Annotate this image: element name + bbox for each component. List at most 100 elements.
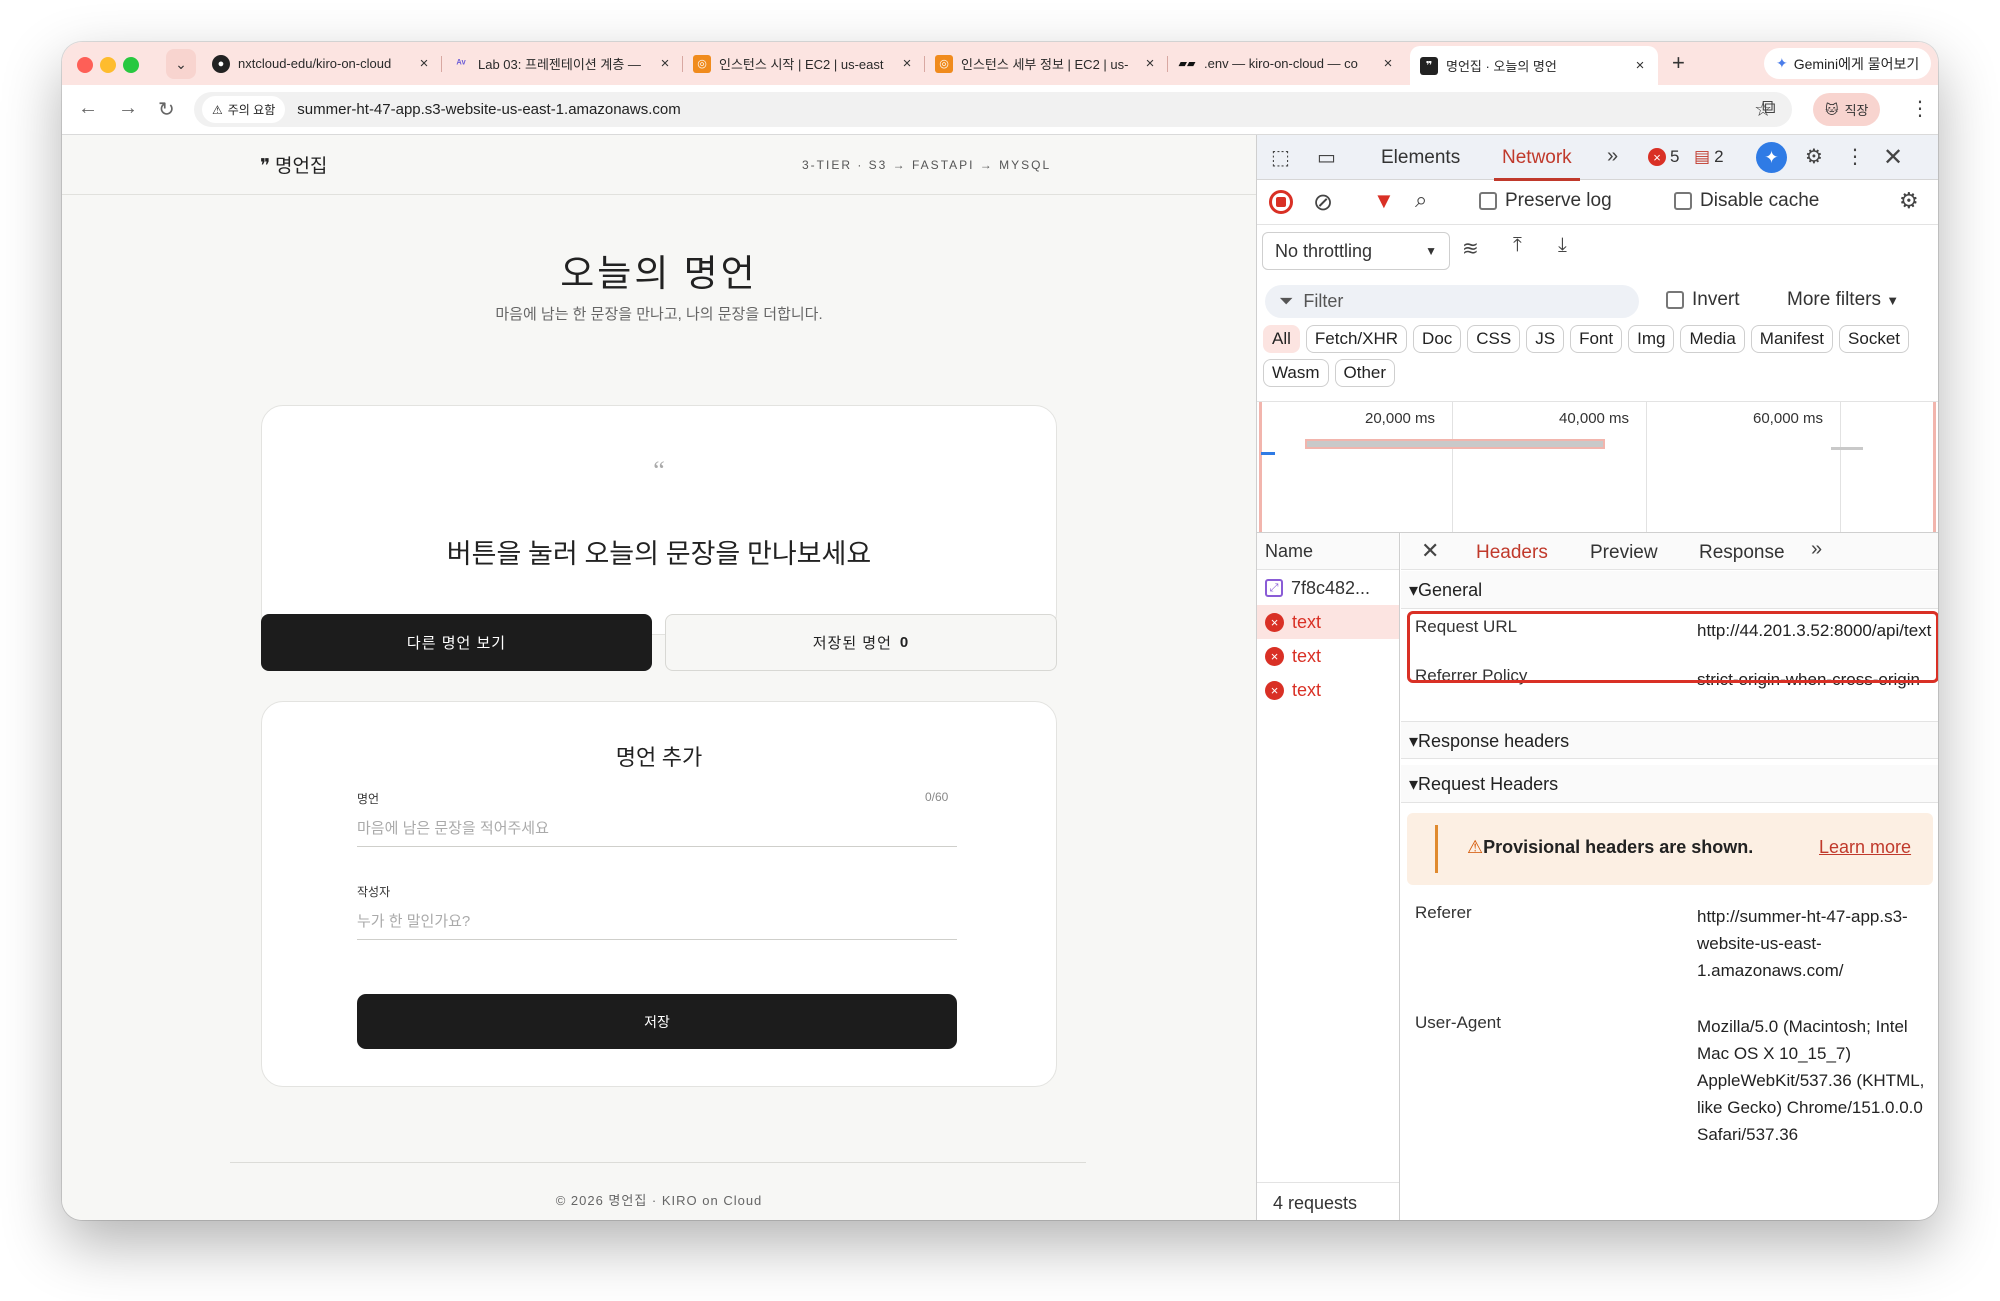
tab-active-quotes[interactable]: ❞ 명언집 · 오늘의 명언 ×	[1410, 46, 1658, 85]
url-text[interactable]: summer-ht-47-app.s3-website-us-east-1.am…	[297, 101, 680, 118]
tab-title: 인스턴스 시작 | EC2 | us-east	[719, 57, 884, 72]
inspect-element-icon[interactable]: ⬚	[1271, 145, 1290, 170]
extensions-icon[interactable]: ⧉	[1762, 97, 1776, 119]
tab-ec2-detail[interactable]: ◎ 인스턴스 세부 정보 | EC2 | us- ×	[925, 42, 1168, 85]
security-chip[interactable]: ⚠ 주의 요함	[202, 96, 286, 123]
search-icon[interactable]: ⌕	[1415, 187, 1427, 213]
filter-pill-media[interactable]: Media	[1680, 325, 1745, 353]
more-tabs-icon[interactable]: »	[1607, 145, 1618, 168]
address-bar[interactable]: ⚠ 주의 요함 summer-ht-47-app.s3-website-us-e…	[194, 92, 1792, 127]
header-value[interactable]: Mozilla/5.0 (Macintosh; Intel Mac OS X 1…	[1697, 1013, 1937, 1148]
filter-pill-font[interactable]: Font	[1570, 325, 1623, 353]
close-tab-icon[interactable]: ×	[1380, 55, 1396, 72]
request-row[interactable]: × text	[1257, 605, 1399, 639]
header-value[interactable]: http://44.201.3.52:8000/api/text	[1697, 617, 1937, 644]
filter-pill-socket[interactable]: Socket	[1839, 325, 1910, 353]
close-devtools-icon[interactable]: ✕	[1883, 143, 1903, 172]
download-har-icon[interactable]: ⤓	[1558, 234, 1567, 257]
request-row[interactable]: ⤢ 7f8c482...	[1257, 571, 1399, 605]
disable-cache-checkbox[interactable]: Disable cache	[1674, 190, 1819, 212]
filter-pill-doc[interactable]: Doc	[1413, 325, 1462, 353]
chevron-down-icon: ▼	[1886, 293, 1900, 308]
response-headers-toggle[interactable]: ▾Response headers	[1401, 721, 1938, 759]
timeline-handle-right[interactable]	[1933, 402, 1936, 532]
profile-button[interactable]: 🐱 직장	[1813, 93, 1881, 126]
tab-preview[interactable]: Preview	[1590, 542, 1658, 564]
close-tab-icon[interactable]: ×	[899, 55, 915, 72]
site-logo[interactable]: ❞ 명언집	[260, 151, 327, 178]
request-headers-toggle[interactable]: ▾Request Headers	[1401, 765, 1938, 803]
tab-headers[interactable]: Headers	[1468, 542, 1556, 576]
settings-gear-icon[interactable]: ⚙	[1805, 144, 1823, 169]
tab-network[interactable]: Network	[1494, 147, 1580, 181]
general-section-toggle[interactable]: ▾General	[1401, 571, 1938, 609]
filter-pill-manifest[interactable]: Manifest	[1750, 325, 1834, 353]
invert-checkbox[interactable]: Invert	[1666, 289, 1740, 311]
network-overview-timeline[interactable]: 20,000 ms 40,000 ms 60,000 ms	[1257, 401, 1938, 533]
record-icon[interactable]	[1269, 190, 1293, 214]
quote-input[interactable]	[357, 811, 957, 847]
chevron-down-icon: ▼	[1425, 244, 1437, 258]
filter-pill-fetch-xhr[interactable]: Fetch/XHR	[1305, 325, 1408, 353]
close-detail-icon[interactable]: ✕	[1421, 538, 1439, 564]
throttling-select[interactable]: No throttling ▼	[1262, 232, 1450, 270]
tab-codespace[interactable]: ▰▰ .env — kiro-on-cloud — co ×	[1168, 42, 1406, 85]
forward-icon[interactable]: →	[118, 97, 138, 120]
filter-icon[interactable]: ▼	[1373, 188, 1395, 214]
filter-pill-all[interactable]: All	[1263, 325, 1300, 353]
gemini-button[interactable]: ✦ Gemini에게 물어보기	[1764, 48, 1932, 79]
request-row[interactable]: × text	[1257, 673, 1399, 707]
new-tab-button[interactable]: +	[1672, 50, 1685, 76]
clear-icon[interactable]: ⊘	[1313, 188, 1333, 217]
request-name: text	[1292, 645, 1322, 666]
tab-ec2-launch[interactable]: ◎ 인스턴스 시작 | EC2 | us-east ×	[683, 42, 925, 85]
web-page: ❞ 명언집 3-TIER · S3 → FASTAPI → MYSQL 오늘의 …	[62, 135, 1256, 1220]
upload-har-icon[interactable]: ⤒	[1513, 234, 1522, 257]
tab-lab[interactable]: ᴬᵛ Lab 03: 프레젠테이션 계층 — ×	[442, 42, 683, 85]
devtools-menu-icon[interactable]: ⋮	[1845, 144, 1865, 169]
device-toolbar-icon[interactable]: ▭	[1317, 145, 1336, 170]
filter-pill-img[interactable]: Img	[1628, 325, 1675, 353]
request-name: text	[1292, 611, 1322, 632]
request-row[interactable]: × text	[1257, 639, 1399, 673]
filter-pill-css[interactable]: CSS	[1467, 325, 1521, 353]
tab-elements[interactable]: Elements	[1381, 147, 1460, 169]
learn-more-link[interactable]: Learn more	[1819, 837, 1911, 858]
filter-pill-wasm[interactable]: Wasm	[1263, 359, 1329, 387]
save-button[interactable]: 저장	[357, 994, 957, 1049]
filter-pill-other[interactable]: Other	[1334, 359, 1396, 387]
message-badge[interactable]: ▤ 2	[1694, 147, 1724, 167]
saved-quotes-button[interactable]: 저장된 명언 0	[665, 614, 1057, 671]
back-icon[interactable]: ←	[78, 97, 98, 120]
header-value[interactable]: strict-origin-when-cross-origin	[1697, 666, 1937, 693]
tab-response[interactable]: Response	[1699, 542, 1785, 564]
warning-icon: ⚠	[212, 102, 223, 117]
network-settings-icon[interactable]: ⚙	[1899, 188, 1919, 214]
error-badge[interactable]: × 5	[1648, 147, 1679, 167]
warning-icon: ⚠	[1467, 837, 1484, 857]
reload-icon[interactable]: ↻	[158, 97, 175, 122]
close-tab-icon[interactable]: ×	[1142, 55, 1158, 72]
author-input[interactable]	[357, 904, 957, 940]
tab-search-icon[interactable]: ⌄	[166, 49, 196, 79]
filter-pill-js[interactable]: JS	[1526, 325, 1565, 353]
tab-github[interactable]: ● nxtcloud-edu/kiro-on-cloud ×	[202, 42, 442, 85]
preserve-log-checkbox[interactable]: Preserve log	[1479, 190, 1612, 212]
maximize-window-icon[interactable]	[123, 57, 139, 73]
close-window-icon[interactable]	[77, 57, 93, 73]
other-quote-button[interactable]: 다른 명언 보기	[261, 614, 652, 671]
network-conditions-icon[interactable]: ≋	[1462, 236, 1479, 261]
quote-card: “ 버튼을 눌러 오늘의 문장을 만나보세요	[261, 405, 1057, 635]
browser-menu-icon[interactable]: ⋮	[1910, 96, 1930, 121]
timeline-handle-left[interactable]	[1259, 402, 1262, 532]
minimize-window-icon[interactable]	[100, 57, 116, 73]
header-value[interactable]: http://summer-ht-47-app.s3-website-us-ea…	[1697, 903, 1937, 984]
close-tab-icon[interactable]: ×	[657, 55, 673, 72]
ai-assistance-icon[interactable]: ✦	[1756, 142, 1787, 173]
close-tab-icon[interactable]: ×	[416, 55, 432, 72]
name-column-header[interactable]: Name	[1257, 533, 1399, 570]
more-tabs-icon[interactable]: »	[1811, 538, 1822, 561]
filter-input[interactable]: ⏷ Filter	[1265, 285, 1639, 318]
close-tab-icon[interactable]: ×	[1632, 57, 1648, 74]
more-filters-dropdown[interactable]: More filters ▼	[1787, 289, 1899, 311]
